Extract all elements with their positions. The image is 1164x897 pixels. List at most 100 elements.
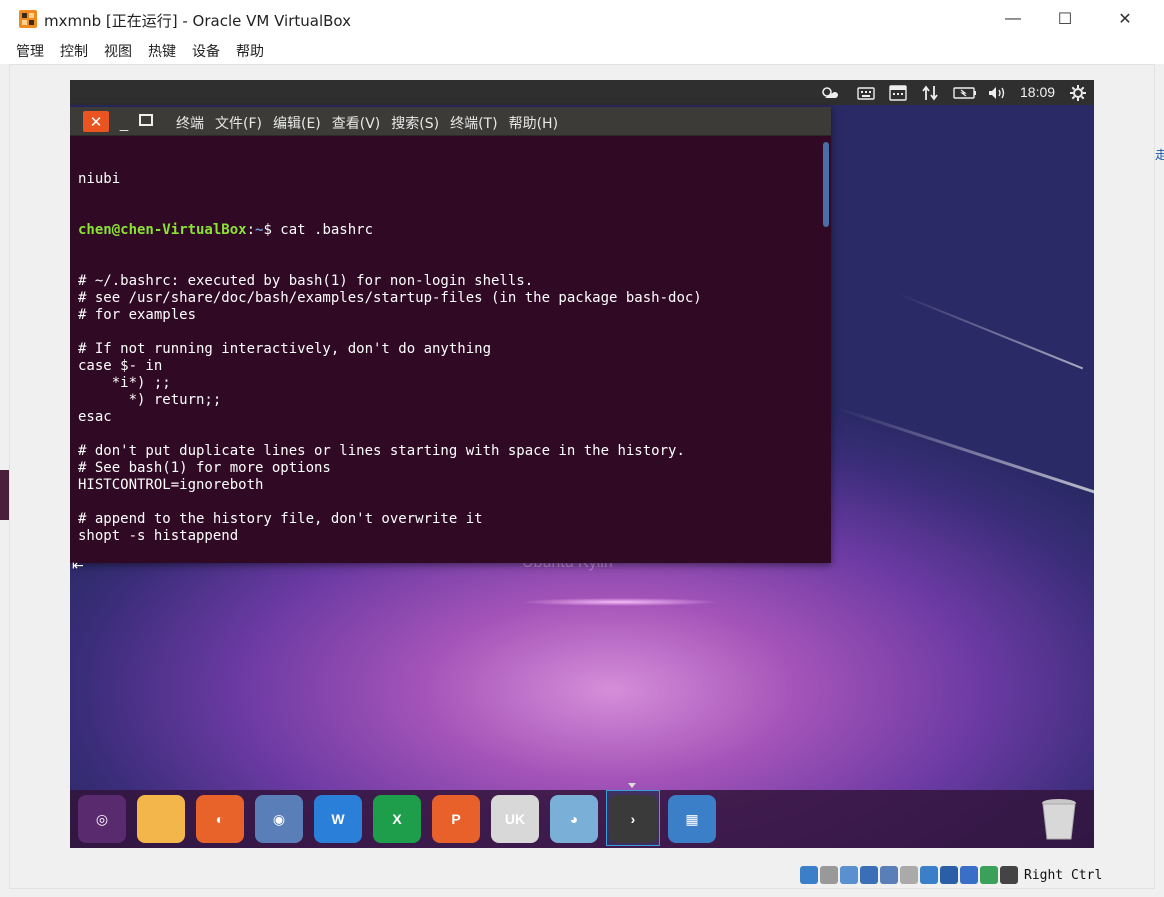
window-titlebar: mxmnb [正在运行] - Oracle VM VirtualBox — ☐ … (0, 0, 1164, 38)
minimize-icon: — (1005, 10, 1021, 27)
terminal-menubar: 终端 文件(F) 编辑(E) 查看(V) 搜索(S) 终端(T) 帮助(H) (176, 113, 569, 133)
wallpaper-streak (896, 292, 1084, 370)
ubuntu-kylin-logo-icon[interactable]: ◎ (78, 795, 126, 843)
terminal-line: HISTCONTROL=ignoreboth (78, 477, 264, 493)
chromium-browser-icon-glyph: ◉ (272, 810, 286, 827)
terminal-menu-edit[interactable]: 编辑(E) (273, 113, 321, 133)
terminal-line: esac (78, 409, 112, 425)
terminal-output[interactable]: niubi chen@chen-VirtualBox:~$ cat .bashr… (78, 137, 820, 561)
wps-writer-icon[interactable]: W (314, 795, 362, 843)
menu-view[interactable]: 视图 (104, 41, 132, 61)
maximize-icon: ☐ (1057, 11, 1073, 28)
terminal-scrollbar[interactable] (823, 142, 829, 227)
menu-hotkeys[interactable]: 热键 (148, 41, 176, 61)
terminal-menu-app[interactable]: 终端 (176, 113, 204, 133)
software-center-icon[interactable]: UK (491, 795, 539, 843)
terminal-line: # See bash(1) for more options (78, 460, 331, 476)
wps-presentation-icon-glyph: P (451, 811, 461, 827)
wps-presentation-icon[interactable]: P (432, 795, 480, 843)
files-folder-icon[interactable] (137, 795, 185, 843)
terminal-menu-view[interactable]: 查看(V) (332, 113, 381, 133)
weather-icon[interactable] (818, 83, 840, 102)
assistant-robot-icon-glyph: ◕ (569, 811, 579, 827)
menubar: 管理 控制 视图 热键 设备 帮助 (0, 38, 1164, 64)
trash-icon[interactable] (1036, 795, 1082, 843)
calendar-icon[interactable] (888, 83, 908, 102)
terminal-menu-search[interactable]: 搜索(S) (391, 113, 439, 133)
vm-statusbar: Right Ctrl (800, 864, 1102, 886)
network-arrows-icon[interactable] (920, 83, 940, 102)
shared-folder-icon[interactable] (900, 866, 918, 884)
terminal-line: # If not running interactively, don't do… (78, 341, 492, 357)
refresh-sync-icon[interactable] (980, 866, 998, 884)
minimize-button[interactable]: — (990, 4, 1036, 34)
assistant-robot-icon[interactable]: ◕ (550, 795, 598, 843)
audio-disc-icon[interactable] (820, 866, 838, 884)
background-window-edge (0, 470, 9, 520)
pen-edit-icon[interactable] (880, 866, 898, 884)
menu-manage[interactable]: 管理 (16, 41, 44, 61)
terminal-menu-terminal[interactable]: 终端(T) (450, 113, 497, 133)
optical-drive-icon[interactable] (800, 866, 818, 884)
menu-devices[interactable]: 设备 (192, 41, 220, 61)
guest-top-panel: 18:09 (70, 80, 1094, 105)
terminal-line: # for examples (78, 307, 197, 323)
usb-icon[interactable] (840, 866, 858, 884)
dock-arrow-icon (628, 783, 636, 788)
mouse-cursor-icon: ⇤ (72, 557, 84, 573)
terminal-close-button[interactable]: ✕ (83, 111, 109, 132)
terminal-line: *i*) ;; (78, 375, 171, 391)
terminal-maximize-button[interactable] (139, 114, 153, 126)
terminal-minimize-button[interactable]: _ (113, 111, 135, 132)
volume-icon[interactable] (986, 83, 1008, 102)
terminal-line: # ~/.bashrc: executed by bash(1) for non… (78, 273, 534, 289)
terminal-prompt-line: chen@chen-VirtualBox:~$ cat .bashrc (78, 222, 820, 239)
terminal-lines: # ~/.bashrc: executed by bash(1) for non… (78, 273, 820, 561)
prompt-command: $ cat .bashrc (263, 222, 374, 238)
terminal-window[interactable]: ✕ _ 终端 文件(F) 编辑(E) 查看(V) 搜索(S) 终端(T) 帮助(… (70, 107, 831, 573)
prompt-separator: : (246, 222, 256, 238)
chromium-browser-icon[interactable]: ◉ (255, 795, 303, 843)
window-title: mxmnb [正在运行] - Oracle VM VirtualBox (44, 12, 351, 30)
wallpaper-streak (836, 406, 1094, 497)
settings-gear-icon[interactable] (1068, 83, 1088, 102)
terminal-line: *) return;; (78, 392, 222, 408)
keyboard-icon[interactable] (856, 83, 876, 102)
menu-control[interactable]: 控制 (60, 41, 88, 61)
virtualbox-app: mxmnb [正在运行] - Oracle VM VirtualBox — ☐ … (0, 0, 1164, 897)
ubuntu-kylin-logo-icon-glyph: ◎ (95, 810, 109, 827)
terminal-line: niubi (78, 171, 121, 187)
maximize-button[interactable]: ☐ (1042, 4, 1088, 34)
workspace-switcher-icon[interactable]: ▦ (668, 795, 716, 843)
firefox-icon-glyph: ◐ (215, 811, 225, 827)
terminal-line: # see /usr/share/doc/bash/examples/start… (78, 290, 702, 306)
wps-spreadsheet-icon[interactable]: X (373, 795, 421, 843)
close-icon: ✕ (89, 113, 103, 131)
terminal-menu-file[interactable]: 文件(F) (215, 113, 262, 133)
display-icon[interactable] (920, 866, 938, 884)
close-icon: ✕ (1118, 11, 1132, 28)
mouse-integration-icon[interactable] (1000, 866, 1018, 884)
menu-help[interactable]: 帮助 (236, 41, 264, 61)
firefox-icon[interactable]: ◐ (196, 795, 244, 843)
terminal-line: # don't put duplicate lines or lines sta… (78, 443, 685, 459)
terminal-icon[interactable]: › (609, 795, 657, 843)
battery-icon[interactable] (952, 83, 978, 102)
terminal-line: shopt -s histappend (78, 528, 239, 544)
panel-clock[interactable]: 18:09 (1020, 84, 1055, 100)
close-button[interactable]: ✕ (1102, 4, 1148, 34)
cpu-icon[interactable] (960, 866, 978, 884)
wallpaper-glow (520, 598, 720, 606)
video-capture-icon[interactable] (940, 866, 958, 884)
guest-desktop[interactable]: Ubuntu Kylin 18:09 (70, 80, 1094, 848)
network-adapter-icon[interactable] (860, 866, 878, 884)
terminal-icon-glyph: › (630, 811, 636, 827)
terminal-titlebar[interactable]: ✕ _ 终端 文件(F) 编辑(E) 查看(V) 搜索(S) 终端(T) 帮助(… (70, 107, 831, 136)
background-window-text: 走 (1155, 148, 1164, 162)
terminal-menu-help[interactable]: 帮助(H) (509, 113, 558, 133)
minimize-icon: _ (119, 115, 129, 132)
prompt-user-host: chen@chen-VirtualBox (78, 222, 247, 238)
dock: ◎ ◐ ◉ W X P UK ◕ › ▦ (70, 790, 1094, 848)
